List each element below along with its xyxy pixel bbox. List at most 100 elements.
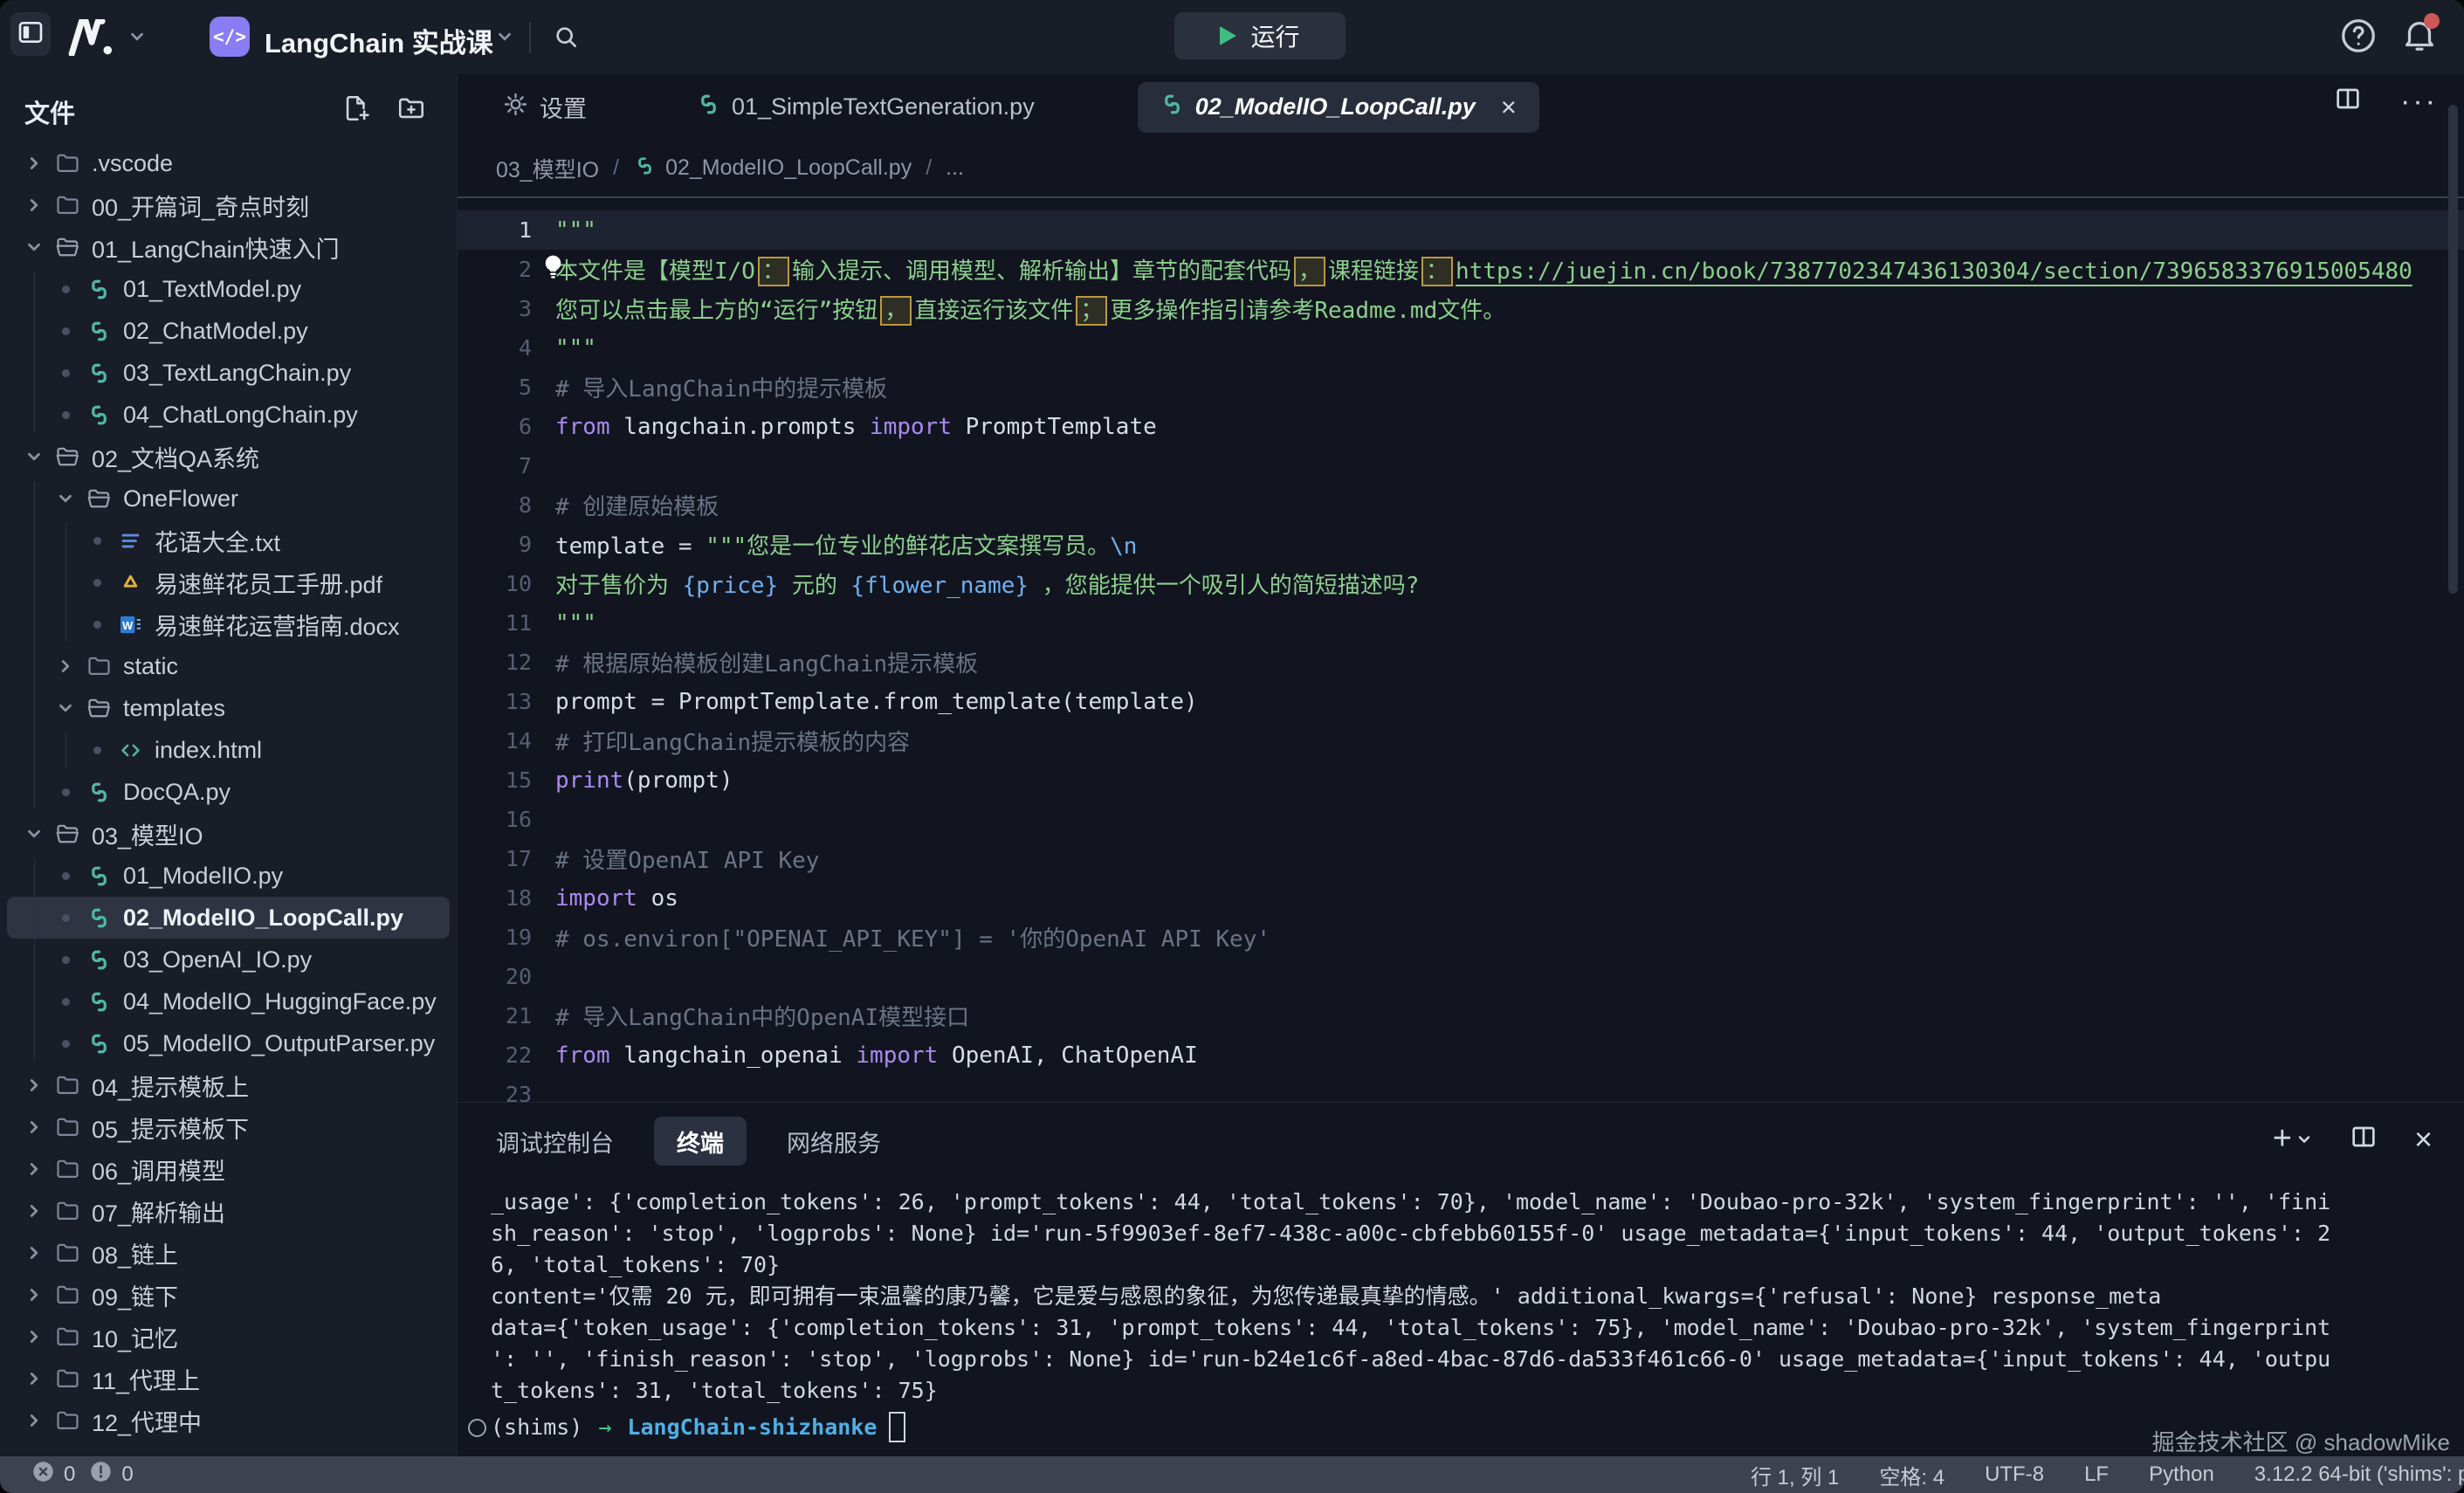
lightbulb-icon[interactable]: [541, 254, 565, 286]
tree-file-item[interactable]: index.html: [7, 729, 450, 771]
tree-file-item[interactable]: 02_ModelIO_LoopCall.py: [7, 897, 450, 939]
status-item[interactable]: UTF-8: [1985, 1462, 2044, 1487]
chevron-right-icon[interactable]: [23, 1201, 45, 1221]
chevron-right-icon[interactable]: [54, 657, 77, 676]
chevron-down-icon[interactable]: [127, 27, 147, 51]
project-name[interactable]: LangChain 实战课: [265, 21, 493, 60]
tree-file-item[interactable]: 01_TextModel.py: [7, 268, 450, 310]
chevron-down-icon[interactable]: [23, 824, 45, 843]
tree-folder-item[interactable]: 03_模型IO: [7, 813, 450, 855]
chevron-right-icon[interactable]: [23, 1118, 45, 1137]
tree-file-item[interactable]: 01_ModelIO.py: [7, 855, 450, 897]
chevron-down-icon[interactable]: [54, 489, 77, 508]
tree-folder-item[interactable]: 07_解析输出: [7, 1190, 450, 1232]
chevron-down-icon[interactable]: [23, 237, 45, 257]
chevron-right-icon[interactable]: [23, 1369, 45, 1388]
more-actions-icon[interactable]: ···: [2400, 93, 2438, 110]
status-item[interactable]: Python: [2149, 1462, 2214, 1487]
split-terminal-icon[interactable]: [2350, 1123, 2378, 1155]
chevron-right-icon[interactable]: [23, 1285, 45, 1304]
tree-file-item[interactable]: 03_TextLangChain.py: [7, 352, 450, 394]
breadcrumb-item[interactable]: 03_模型IO: [496, 153, 599, 184]
tree-file-item[interactable]: W易速鲜花运营指南.docx: [7, 603, 450, 645]
tree-file-item[interactable]: 易速鲜花员工手册.pdf: [7, 561, 450, 603]
notification-badge: [2424, 13, 2440, 29]
tree-folder-item[interactable]: OneFlower: [7, 478, 450, 519]
tree-folder-item[interactable]: .vscode: [7, 142, 450, 184]
tree-file-item[interactable]: 花语大全.txt: [7, 519, 450, 561]
chevron-right-icon[interactable]: [23, 1243, 45, 1263]
panel-tab-bar: 调试控制台 终端 网络服务: [496, 1117, 881, 1166]
code-line: 19# os.environ["OPENAI_API_KEY"] = '你的Op…: [458, 918, 2464, 957]
editor-tab-active[interactable]: 02_ModelIO_LoopCall.py×: [1138, 82, 1539, 133]
chevron-down-icon[interactable]: [495, 27, 514, 51]
tree-folder-item[interactable]: 09_链下: [7, 1274, 450, 1316]
warning-count: 0: [121, 1462, 133, 1487]
tree-folder-item[interactable]: 04_提示模板上: [7, 1064, 450, 1106]
tree-folder-item[interactable]: 12_代理中: [7, 1400, 450, 1441]
close-panel-icon[interactable]: ×: [2414, 1121, 2433, 1158]
tree-file-item[interactable]: 02_ChatModel.py: [7, 310, 450, 352]
tree-folder-item[interactable]: templates: [7, 687, 450, 729]
editor-tab[interactable]: 设置: [496, 82, 594, 133]
close-tab-icon[interactable]: ×: [1501, 92, 1517, 123]
app-logo-icon[interactable]: [68, 19, 115, 60]
tree-folder-item[interactable]: 00_开篇词_奇点时刻: [7, 184, 450, 226]
editor-scrollbar[interactable]: [2448, 105, 2458, 594]
chevron-right-icon[interactable]: [23, 1327, 45, 1346]
breadcrumb-item[interactable]: 02_ModelIO_LoopCall.py: [633, 154, 912, 183]
panel-tab[interactable]: 网络服务: [787, 1125, 881, 1159]
tree-folder-item[interactable]: 06_调用模型: [7, 1148, 450, 1190]
run-button[interactable]: 运行: [1174, 12, 1346, 59]
tree-folder-item[interactable]: static: [7, 645, 450, 687]
notifications-bell-icon[interactable]: [2399, 15, 2440, 59]
tree-folder-item[interactable]: 11_代理上: [7, 1358, 450, 1400]
chevron-down-icon[interactable]: [23, 447, 45, 466]
sidebar-toggle-button[interactable]: [10, 12, 51, 56]
code-editor[interactable]: 1"""2本文件是【模型I/O：输入提示、调用模型、解析输出】章节的配套代码，课…: [458, 196, 2464, 1102]
new-file-icon[interactable]: [341, 93, 371, 127]
status-item[interactable]: 行 1, 列 1: [1751, 1460, 1839, 1490]
terminal-output[interactable]: _usage': {'completion_tokens': 26, 'prom…: [491, 1187, 2450, 1445]
errors-badge[interactable]: 0: [31, 1460, 75, 1490]
warnings-badge[interactable]: 0: [89, 1460, 133, 1490]
tree-file-item[interactable]: 05_ModelIO_OutputParser.py: [7, 1022, 450, 1064]
new-folder-icon[interactable]: [396, 93, 427, 127]
status-item[interactable]: LF: [2084, 1462, 2109, 1487]
new-terminal-button[interactable]: +: [2273, 1120, 2313, 1158]
chevron-right-icon[interactable]: [23, 1411, 45, 1430]
tree-file-item[interactable]: 03_OpenAI_IO.py: [7, 939, 450, 980]
panel-tab[interactable]: 调试控制台: [496, 1125, 614, 1159]
folder-icon: [52, 1198, 83, 1225]
chevron-right-icon[interactable]: [23, 196, 45, 215]
tree-file-item[interactable]: 04_ModelIO_HuggingFace.py: [7, 980, 450, 1022]
editor-tab[interactable]: 01_SimpleTextGeneration.py: [690, 82, 1042, 133]
folder-icon: [52, 1156, 83, 1183]
prompt-arrow: →: [598, 1414, 611, 1440]
help-icon[interactable]: [2338, 16, 2378, 60]
tree-folder-item[interactable]: 10_记忆: [7, 1316, 450, 1358]
tree-folder-item[interactable]: 02_文档QA系统: [7, 436, 450, 478]
chevron-right-icon[interactable]: [23, 1159, 45, 1179]
line-number: 4: [458, 335, 532, 361]
status-item[interactable]: 3.12.2 64-bit ('shims': pyen: [2254, 1462, 2464, 1487]
breadcrumb-item[interactable]: ...: [946, 155, 964, 181]
txt-icon: [114, 529, 146, 553]
tree-folder-item[interactable]: 01_LangChain快速入门: [7, 226, 450, 268]
chevron-right-icon[interactable]: [23, 1076, 45, 1095]
line-number: 6: [458, 414, 532, 439]
tree-folder-item[interactable]: 08_链上: [7, 1232, 450, 1274]
split-editor-icon[interactable]: [2334, 85, 2362, 117]
code-text: # 导入LangChain中的OpenAI模型接口: [555, 1000, 969, 1032]
status-item[interactable]: 空格: 4: [1879, 1460, 1944, 1490]
code-text: from langchain_openai import OpenAI, Cha…: [555, 1042, 1198, 1069]
tree-file-item[interactable]: DocQA.py: [7, 771, 450, 813]
tree-item-label: OneFlower: [123, 485, 238, 513]
panel-tab-active[interactable]: 终端: [654, 1117, 747, 1166]
chevron-right-icon[interactable]: [23, 154, 45, 173]
chevron-down-icon[interactable]: [54, 698, 77, 718]
tree-folder-item[interactable]: 05_提示模板下: [7, 1106, 450, 1148]
search-icon[interactable]: [552, 23, 580, 55]
tree-file-item[interactable]: 04_ChatLongChain.py: [7, 394, 450, 436]
code-text: 您可以点击最上方的“运行”按钮，直接运行该文件；更多操作指引请参考Readme.…: [555, 292, 1505, 325]
